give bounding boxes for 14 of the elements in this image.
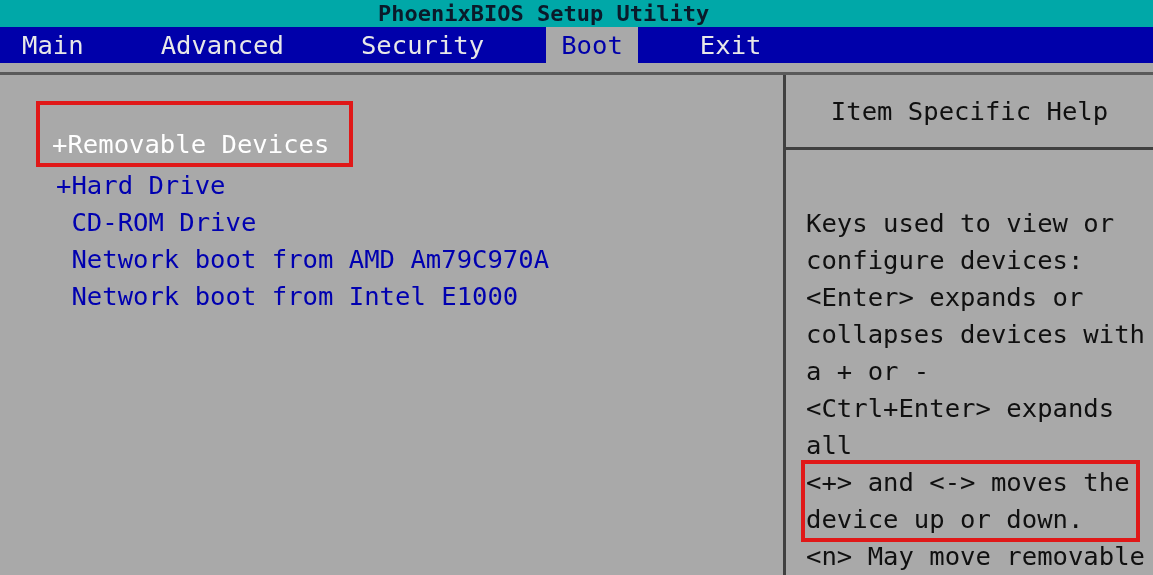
window-title: PhoenixBIOS Setup Utility [378,0,710,27]
menu-tab[interactable]: Main [7,27,99,63]
menu-tab[interactable]: Exit [684,27,777,63]
boot-device-item[interactable]: +Hard Drive [40,167,226,204]
help-text: <n> May move removable [806,540,1145,573]
highlighted-help-text: <+> and <-> moves the device up or down. [801,460,1140,542]
help-text: Keys used to view or configure devices: <Enter> expands or collapses devices with a + or - <Ctrl+Enter> expands all [806,207,1145,462]
boot-device-item[interactable]: CD-ROM Drive [40,204,257,241]
help-title: Item Specific Help [830,96,1109,126]
boot-device-item[interactable]: Network boot from Intel E1000 [40,278,519,315]
boot-device-item[interactable]: Network boot from AMD Am79C970A [40,241,550,278]
menu-tab[interactable]: Advanced [145,27,299,63]
menu-tab[interactable]: Boot [546,27,638,63]
menu-tab[interactable]: Security [345,27,500,63]
